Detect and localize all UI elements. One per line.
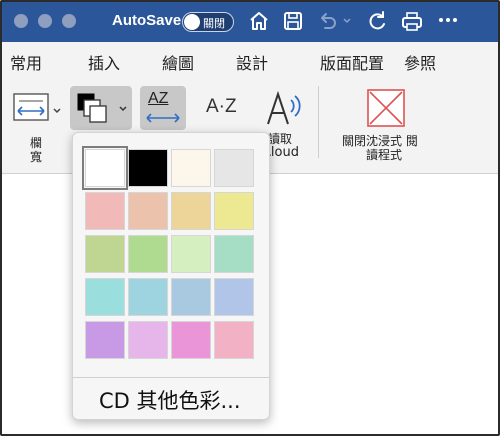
color-swatch[interactable]: [171, 235, 211, 273]
minimize-window-button[interactable]: [38, 14, 52, 28]
page-color-chevron-icon: [119, 106, 127, 112]
undo-dropdown-chevron-icon[interactable]: [342, 16, 352, 26]
color-swatch[interactable]: [214, 278, 254, 316]
color-swatch[interactable]: [82, 146, 128, 190]
color-swatch[interactable]: [128, 192, 168, 230]
page-color-menu: CD 其他色彩...: [72, 132, 270, 420]
autosave-label: AutoSave: [112, 12, 182, 29]
column-width-label-1: 欄: [30, 136, 43, 150]
tab-insert[interactable]: 插入: [88, 50, 120, 74]
menu-separator: [73, 377, 269, 378]
redo-icon[interactable]: [366, 10, 388, 32]
color-swatch[interactable]: [171, 192, 211, 230]
ribbon-tabs: 常用 插入 繪圖 設計 版面配置 參照: [2, 42, 498, 78]
color-swatch[interactable]: [171, 321, 211, 359]
color-swatch[interactable]: [85, 321, 125, 359]
color-swatch[interactable]: [128, 278, 168, 316]
color-swatch[interactable]: [171, 149, 211, 187]
undo-icon[interactable]: [316, 10, 338, 32]
more-colors-button[interactable]: CD 其他色彩...: [99, 385, 241, 415]
tab-layout[interactable]: 版面配置: [320, 50, 384, 74]
tab-home[interactable]: 常用: [10, 50, 42, 74]
save-icon[interactable]: [282, 10, 304, 32]
read-aloud-icon[interactable]: [264, 90, 304, 128]
close-window-button[interactable]: [14, 14, 28, 28]
title-bar: AutoSave 關閉: [2, 2, 498, 42]
color-swatch[interactable]: [214, 321, 254, 359]
close-immersive-reader-label-2: 讀程式: [366, 148, 403, 162]
column-width-chevron-icon[interactable]: [52, 106, 62, 116]
color-swatch[interactable]: [85, 278, 125, 316]
color-swatch[interactable]: [171, 278, 211, 316]
text-spacing-icon: AZ: [148, 90, 169, 107]
color-swatch[interactable]: [128, 321, 168, 359]
home-icon[interactable]: [248, 10, 270, 32]
zoom-window-button[interactable]: [62, 14, 76, 28]
toggle-knob: [184, 14, 200, 30]
page-color-button[interactable]: [70, 86, 132, 130]
word-window: AutoSave 關閉 常用 插入 繪圖 設計 版面配置 參照 欄 寬 AZ A…: [0, 0, 500, 436]
column-width-icon[interactable]: [12, 92, 50, 122]
page-color-icon: [77, 93, 107, 123]
column-width-label-2: 寬: [30, 150, 43, 164]
syllables-icon[interactable]: A·Z: [206, 96, 237, 118]
color-swatch[interactable]: [85, 235, 125, 273]
more-options-icon[interactable]: [438, 16, 458, 24]
color-swatch[interactable]: [128, 235, 168, 273]
close-immersive-reader-icon[interactable]: [366, 88, 406, 128]
tab-draw[interactable]: 繪圖: [162, 50, 194, 74]
color-swatch[interactable]: [214, 149, 254, 187]
tab-references[interactable]: 參照: [404, 50, 436, 74]
text-spacing-button[interactable]: AZ: [140, 86, 186, 130]
color-swatch[interactable]: [214, 192, 254, 230]
ribbon-separator: [318, 86, 319, 158]
autosave-toggle[interactable]: 關閉: [182, 12, 234, 32]
color-swatch[interactable]: [128, 149, 168, 187]
color-swatch[interactable]: [85, 192, 125, 230]
close-immersive-reader-label-1: 關閉沈浸式 閱: [342, 134, 418, 148]
text-spacing-arrow-icon: [146, 113, 180, 123]
autosave-toggle-label: 關閉: [203, 17, 225, 30]
color-swatch[interactable]: [214, 235, 254, 273]
print-icon[interactable]: [400, 10, 424, 32]
read-aloud-label-1: 讀取: [268, 132, 293, 146]
tab-design[interactable]: 設計: [236, 50, 268, 74]
